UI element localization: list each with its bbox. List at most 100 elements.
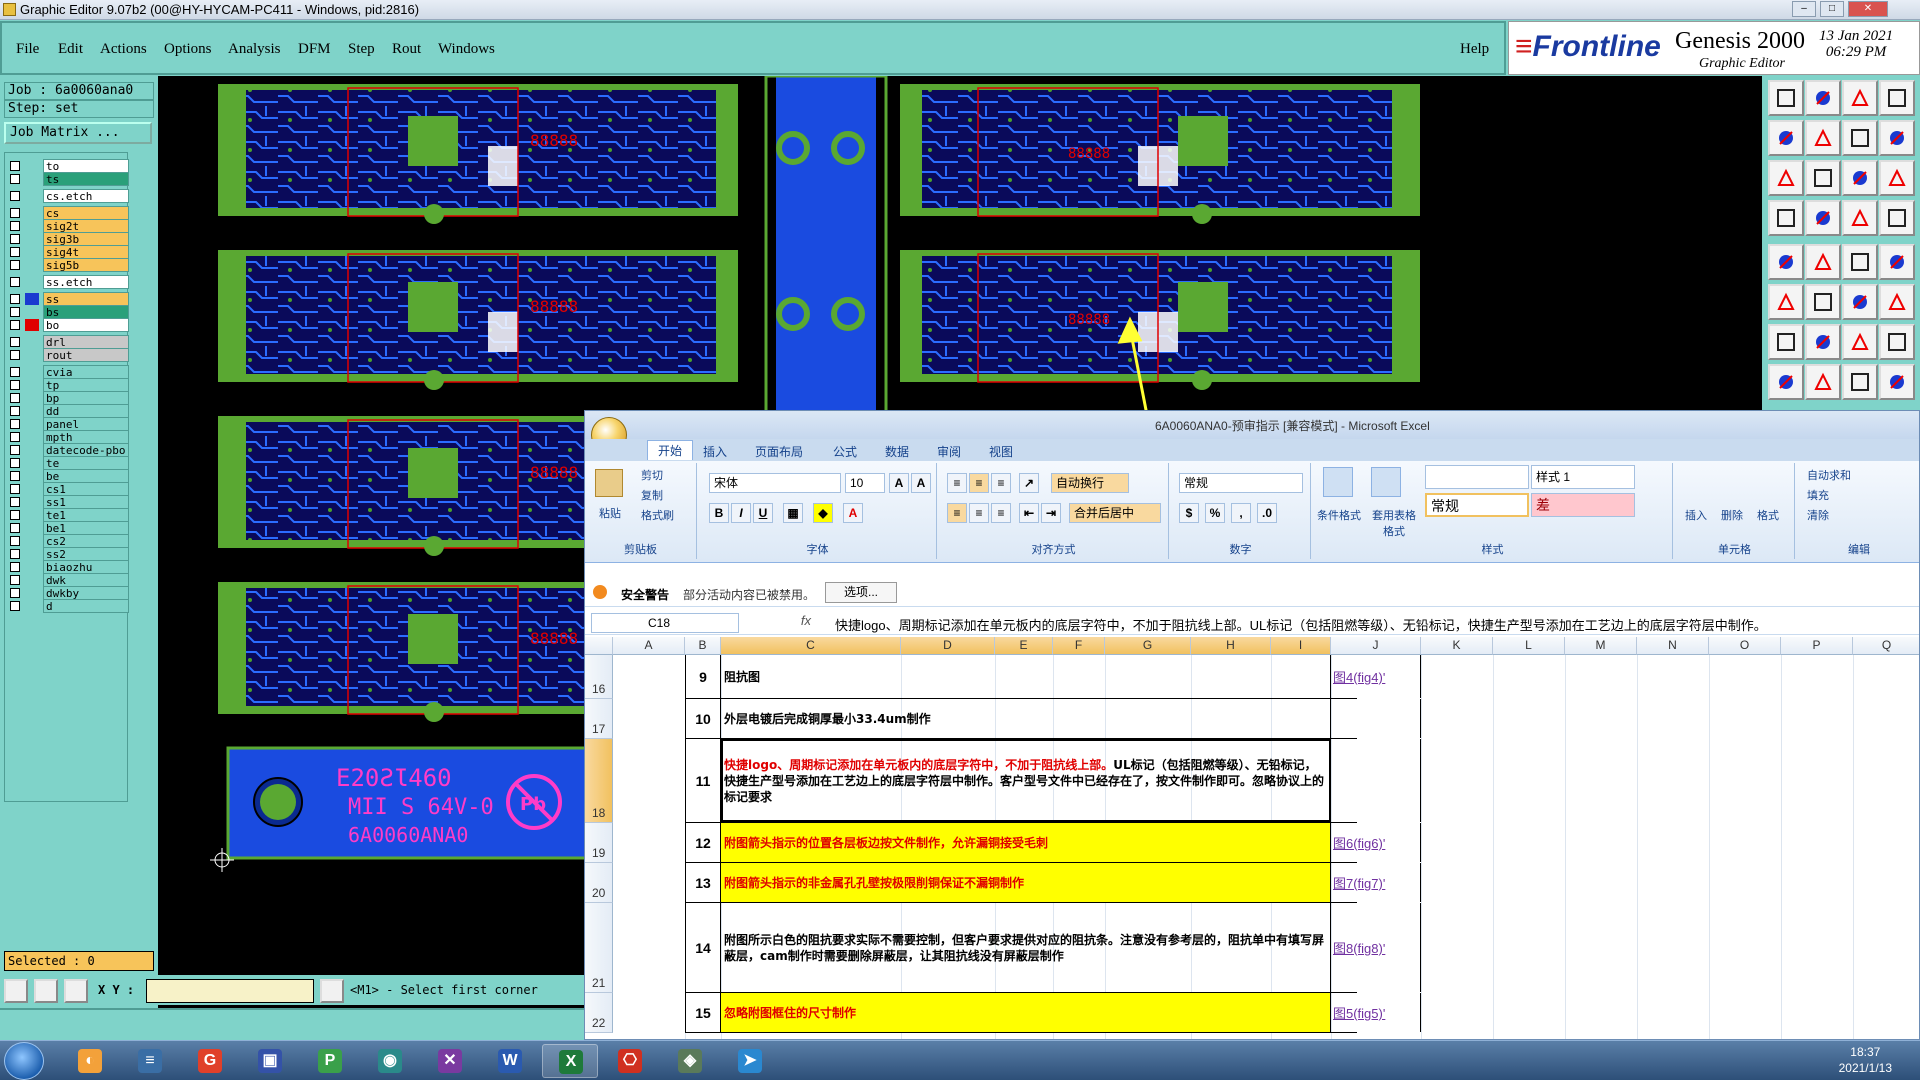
- layer-row[interactable]: tp: [7, 378, 129, 392]
- layer-row[interactable]: dwk: [7, 573, 129, 587]
- menu-analysis[interactable]: Analysis: [228, 41, 281, 58]
- layer-checkbox[interactable]: [10, 432, 20, 442]
- layer-row[interactable]: ss.etch: [7, 275, 129, 289]
- menu-options[interactable]: Options: [164, 41, 212, 58]
- layer-row[interactable]: to: [7, 159, 129, 173]
- layer-row[interactable]: ss2: [7, 547, 129, 561]
- layer-name[interactable]: ss2: [43, 547, 129, 561]
- layer-checkbox[interactable]: [10, 601, 20, 611]
- eye-app-taskbar-icon[interactable]: ◉: [362, 1044, 418, 1078]
- layer-row[interactable]: cs: [7, 206, 129, 220]
- grid-icon[interactable]: [1805, 200, 1841, 236]
- close-icon[interactable]: ✕: [1848, 1, 1888, 17]
- g-app-taskbar-icon[interactable]: G: [182, 1044, 238, 1078]
- menu-step[interactable]: Step: [348, 41, 375, 58]
- layer-name[interactable]: sig3b: [43, 232, 129, 246]
- layer-row[interactable]: ss: [7, 292, 129, 306]
- figure-link[interactable]: 图7(fig7)': [1331, 863, 1421, 902]
- decrease-indent-icon[interactable]: ⇤: [1019, 503, 1039, 523]
- layer-name[interactable]: cs.etch: [43, 189, 129, 203]
- layer-checkbox[interactable]: [10, 458, 20, 468]
- layer-checkbox[interactable]: [10, 445, 20, 455]
- layer-row[interactable]: bs: [7, 305, 129, 319]
- pdf-taskbar-icon[interactable]: ⎔: [602, 1044, 658, 1078]
- wrap-text-button[interactable]: 自动换行: [1051, 473, 1129, 493]
- layer-checkbox[interactable]: [10, 234, 20, 244]
- spreadsheet-grid[interactable]: A B C D E F G H I J K L M N O P Q 16 9 阻抗图 图4(fig4)' 17 10 外层电镀…: [585, 637, 1919, 1039]
- layer-checkbox[interactable]: [10, 471, 20, 481]
- layer-checkbox[interactable]: [10, 191, 20, 201]
- layer-checkbox[interactable]: [10, 588, 20, 598]
- tab-view[interactable]: 视图: [989, 443, 1013, 460]
- figure-link[interactable]: 图8(fig8)': [1331, 903, 1421, 992]
- column-header[interactable]: F: [1053, 637, 1105, 655]
- layer-name[interactable]: sig2t: [43, 219, 129, 233]
- align-icon[interactable]: [1879, 324, 1915, 360]
- row-header[interactable]: 17: [585, 699, 613, 739]
- merge-center-button[interactable]: 合并后居中: [1069, 503, 1161, 523]
- layer-row[interactable]: be: [7, 469, 129, 483]
- row-header[interactable]: 22: [585, 993, 613, 1033]
- instruction-cell[interactable]: 忽略附图框住的尺寸制作: [721, 993, 1331, 1032]
- paste-icon[interactable]: [595, 469, 623, 497]
- layer-row[interactable]: datecode-pbo: [7, 443, 129, 457]
- layer-checkbox[interactable]: [10, 208, 20, 218]
- formula-input[interactable]: 快捷logo、周期标记添加在单元板内的底层字符中，不加于阻抗线上部。UL标记（包…: [835, 615, 1767, 634]
- row-header[interactable]: 16: [585, 655, 613, 699]
- layer-checkbox[interactable]: [10, 575, 20, 585]
- save-taskbar-icon[interactable]: ▣: [242, 1044, 298, 1078]
- layer-checkbox[interactable]: [10, 307, 20, 317]
- align-center-icon[interactable]: ≡: [969, 503, 989, 523]
- layer-name[interactable]: datecode-pbo: [43, 443, 129, 457]
- layer-name[interactable]: cvia: [43, 365, 129, 379]
- drill-icon[interactable]: [1842, 200, 1878, 236]
- layer-row[interactable]: ss1: [7, 495, 129, 509]
- instruction-cell[interactable]: 阻抗图: [721, 655, 1331, 698]
- ratio-icon[interactable]: [1842, 160, 1878, 196]
- align-left-icon[interactable]: ≡: [947, 503, 967, 523]
- layer-name[interactable]: sig4t: [43, 245, 129, 259]
- tab-insert[interactable]: 插入: [703, 443, 727, 460]
- layer-name[interactable]: cs: [43, 206, 129, 220]
- layer-row[interactable]: dd: [7, 404, 129, 418]
- column-header[interactable]: O: [1709, 637, 1781, 655]
- p-app-taskbar-icon[interactable]: P: [302, 1044, 358, 1078]
- layer-row[interactable]: bo: [7, 318, 129, 332]
- align-middle-icon[interactable]: ≡: [969, 473, 989, 493]
- layer-name[interactable]: dwkby: [43, 586, 129, 600]
- layer-row[interactable]: sig5b: [7, 258, 129, 272]
- layer-checkbox[interactable]: [10, 380, 20, 390]
- layer-name[interactable]: ts: [43, 172, 129, 186]
- comma-icon[interactable]: ,: [1231, 503, 1251, 523]
- layer-name[interactable]: ss1: [43, 495, 129, 509]
- layer-name[interactable]: bo: [43, 318, 129, 332]
- layer-checkbox[interactable]: [10, 523, 20, 533]
- fit-icon[interactable]: [1768, 160, 1804, 196]
- increase-decimal-icon[interactable]: .0: [1257, 503, 1277, 523]
- format-cells-button[interactable]: 格式: [1757, 507, 1779, 523]
- layer-row[interactable]: mpth: [7, 430, 129, 444]
- figure-link[interactable]: 图5(fig5)': [1331, 993, 1421, 1032]
- layer-checkbox[interactable]: [10, 484, 20, 494]
- word-taskbar-icon[interactable]: W: [482, 1044, 538, 1078]
- name-box[interactable]: C18: [591, 613, 739, 633]
- layer-name[interactable]: be1: [43, 521, 129, 535]
- layer-name[interactable]: be: [43, 469, 129, 483]
- line-icon[interactable]: [1768, 324, 1804, 360]
- currency-icon[interactable]: $: [1179, 503, 1199, 523]
- layer-row[interactable]: dwkby: [7, 586, 129, 600]
- layer-row[interactable]: biaozhu: [7, 560, 129, 574]
- minimize-icon[interactable]: –: [1792, 1, 1816, 17]
- menu-help[interactable]: Help: [1460, 41, 1489, 58]
- layer-checkbox[interactable]: [10, 277, 20, 287]
- layer-checkbox[interactable]: [10, 536, 20, 546]
- shrink-font-icon[interactable]: A: [911, 473, 931, 493]
- layer-name[interactable]: cs2: [43, 534, 129, 548]
- delete-icon[interactable]: [1805, 284, 1841, 320]
- menu-dfm[interactable]: DFM: [298, 41, 331, 58]
- tab-page-layout[interactable]: 页面布局: [755, 443, 803, 460]
- layer-row[interactable]: panel: [7, 417, 129, 431]
- clear-button[interactable]: 清除: [1807, 507, 1829, 523]
- telegram-taskbar-icon[interactable]: ➤: [722, 1044, 778, 1078]
- layer-row[interactable]: sig4t: [7, 245, 129, 259]
